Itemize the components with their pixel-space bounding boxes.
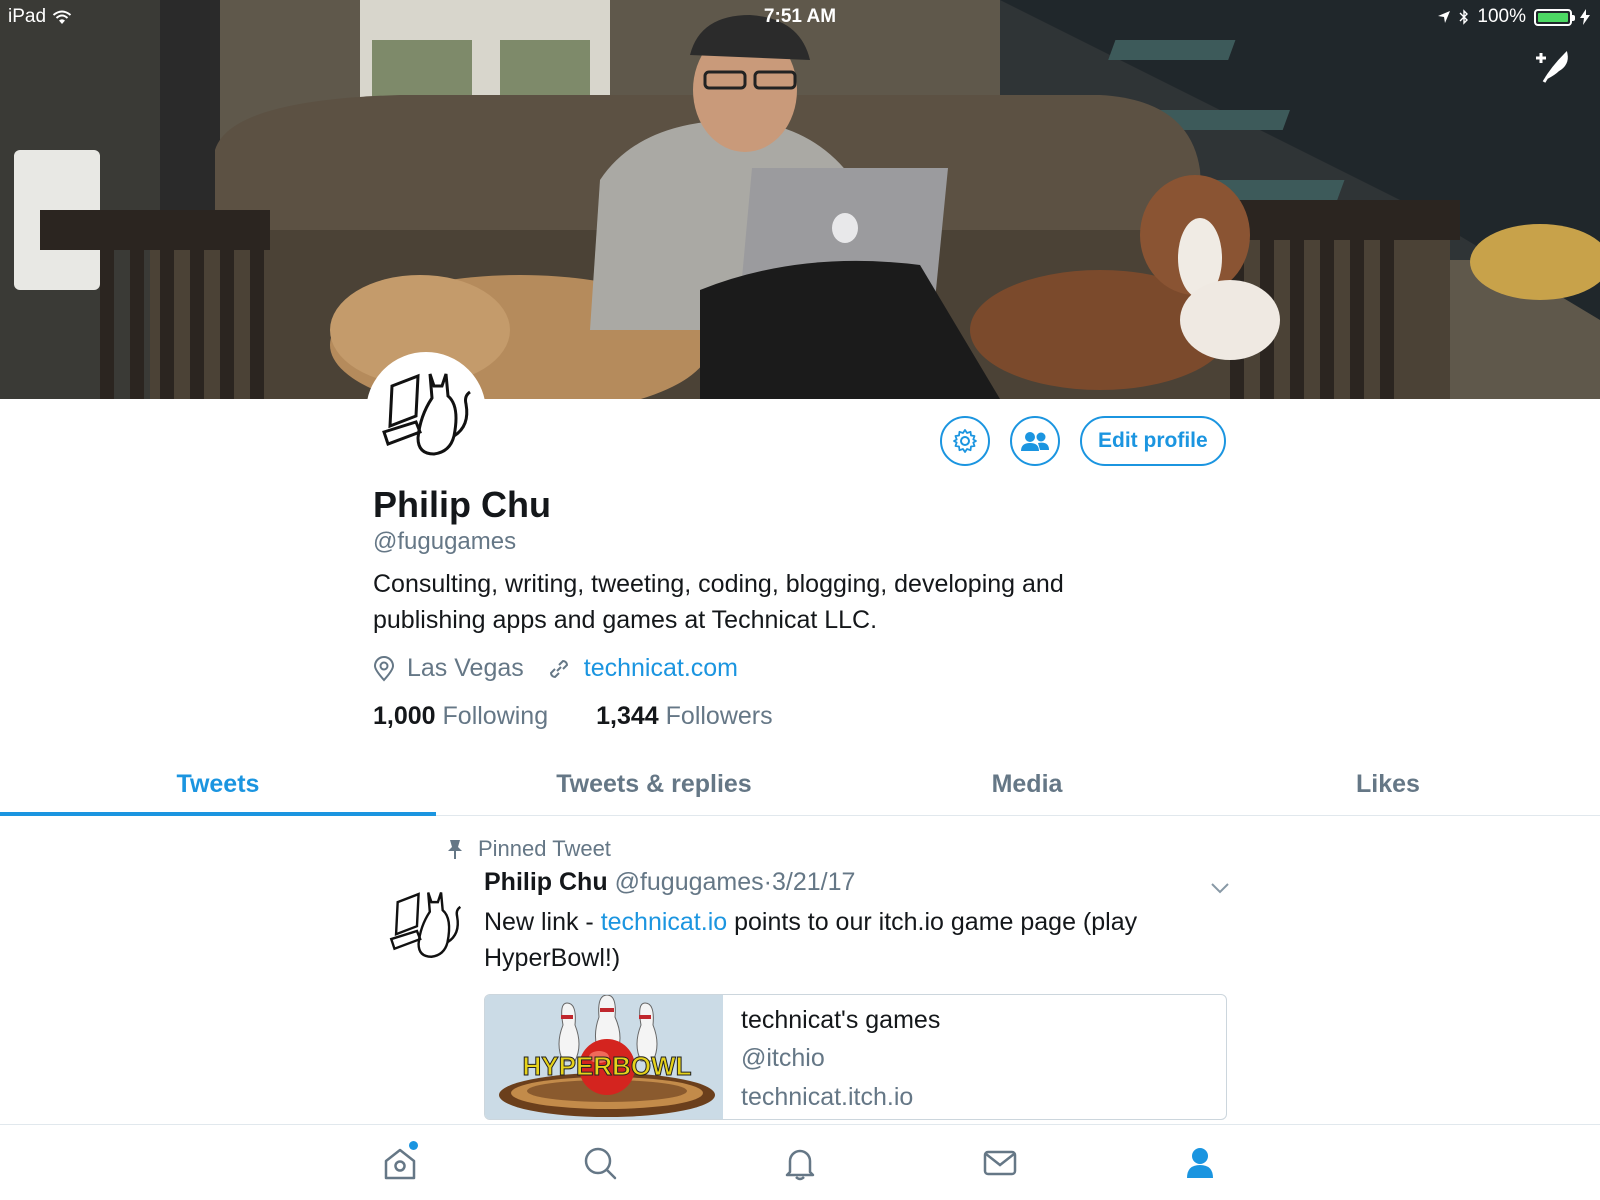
cat-logo-avatar-image — [370, 356, 482, 468]
followers-label: Followers — [665, 702, 773, 730]
compose-tweet-button[interactable] — [1530, 44, 1574, 88]
pin-icon — [448, 840, 462, 859]
tweet-author-name[interactable]: Philip Chu — [484, 868, 608, 896]
tweet-options-button[interactable] — [1208, 876, 1232, 900]
card-title: technicat's games — [741, 1006, 941, 1034]
status-right: 100% — [1437, 6, 1590, 28]
battery-icon — [1534, 8, 1575, 26]
battery-percent: 100% — [1477, 6, 1526, 27]
settings-button[interactable] — [940, 416, 990, 466]
link-card[interactable]: HYPERBOWL technicat's games @itchio tech… — [484, 994, 1227, 1120]
card-site-handle: @itchio — [741, 1044, 825, 1072]
profile-actions: Edit profile — [940, 416, 1226, 466]
tweet-link[interactable]: technicat.io — [601, 908, 727, 936]
hyperbowl-logo-image: HYPERBOWL — [485, 995, 723, 1119]
card-thumbnail: HYPERBOWL — [485, 995, 723, 1119]
profile-location: Las Vegas — [373, 654, 524, 683]
tab-media[interactable]: Media — [872, 752, 1182, 816]
profile-tabs: Tweets Tweets & replies Media Likes — [0, 752, 1600, 816]
status-time: 7:51 AM — [763, 6, 837, 27]
tab-tweets-and-replies[interactable]: Tweets & replies — [436, 752, 872, 816]
nav-search-button[interactable] — [578, 1141, 622, 1185]
profile-website[interactable]: technicat.com — [546, 654, 738, 683]
nav-home-button[interactable] — [378, 1141, 422, 1185]
followers-count: 1,344 — [596, 702, 659, 730]
tweet-text: New link - technicat.io points to our it… — [484, 904, 1224, 976]
tab-likes[interactable]: Likes — [1240, 752, 1536, 816]
nav-notifications-button[interactable] — [778, 1141, 822, 1185]
location-arrow-icon — [1438, 11, 1451, 23]
mail-icon — [983, 1150, 1017, 1176]
following-count-link[interactable]: 1,000 Following — [373, 702, 548, 731]
gear-icon — [953, 429, 977, 453]
edit-profile-button[interactable]: Edit profile — [1080, 416, 1226, 466]
following-label: Following — [442, 702, 549, 730]
bell-icon — [785, 1149, 815, 1181]
tweet-author-handle: @fugugames — [614, 868, 764, 896]
link-icon — [549, 659, 568, 678]
card-body: technicat's games @itchio technicat.itch… — [723, 995, 958, 1119]
profile-name: Philip Chu — [373, 484, 551, 525]
search-icon — [584, 1147, 617, 1180]
status-bar: iPad 7:51 AM 100% — [0, 0, 1600, 32]
website-link[interactable]: technicat.com — [584, 654, 738, 683]
charging-bolt-icon — [1580, 9, 1590, 25]
profile-handle: @fugugames — [373, 528, 517, 555]
active-tab-indicator — [0, 812, 436, 816]
location-pin-icon — [373, 655, 395, 681]
header-photo[interactable]: iPad 7:51 AM 100% — [0, 0, 1600, 399]
location-text: Las Vegas — [407, 654, 524, 682]
bottom-tab-bar — [0, 1124, 1600, 1200]
card-domain: technicat.itch.io — [741, 1083, 914, 1111]
chevron-down-icon — [1211, 883, 1229, 894]
person-icon — [1187, 1148, 1213, 1178]
profile-avatar[interactable] — [366, 352, 486, 472]
profile-bio: Consulting, writing, tweeting, coding, b… — [373, 570, 1064, 634]
header-photo-scene — [0, 0, 1600, 399]
nav-messages-button[interactable] — [978, 1141, 1022, 1185]
following-count: 1,000 — [373, 702, 436, 730]
compose-quill-icon — [1536, 50, 1568, 83]
tab-tweets[interactable]: Tweets — [0, 752, 436, 816]
people-icon — [1021, 432, 1049, 451]
profile-meta: Las Vegas technicat.com — [373, 654, 760, 683]
tweet-author-avatar[interactable] — [380, 878, 470, 968]
bluetooth-icon — [1459, 9, 1469, 25]
followers-count-link[interactable]: 1,344 Followers — [596, 702, 773, 731]
tweet-header: Philip Chu @fugugames·3/21/17 — [484, 868, 855, 897]
profile-counts: 1,000 Following 1,344 Followers — [373, 702, 821, 731]
nav-profile-button[interactable] — [1178, 1141, 1222, 1185]
tweet-date[interactable]: 3/21/17 — [772, 868, 855, 896]
cat-logo-avatar-image — [380, 878, 470, 968]
home-notification-dot — [409, 1141, 418, 1150]
pinned-tweet-label: Pinned Tweet — [446, 836, 611, 862]
hyperbowl-logo-text: HYPERBOWL — [523, 1051, 692, 1081]
lists-button[interactable] — [1010, 416, 1060, 466]
tweet-separator: · — [763, 868, 772, 896]
tweet-text-before: New link - — [484, 908, 601, 936]
home-icon — [384, 1148, 416, 1180]
pinned-text: Pinned Tweet — [478, 836, 611, 861]
